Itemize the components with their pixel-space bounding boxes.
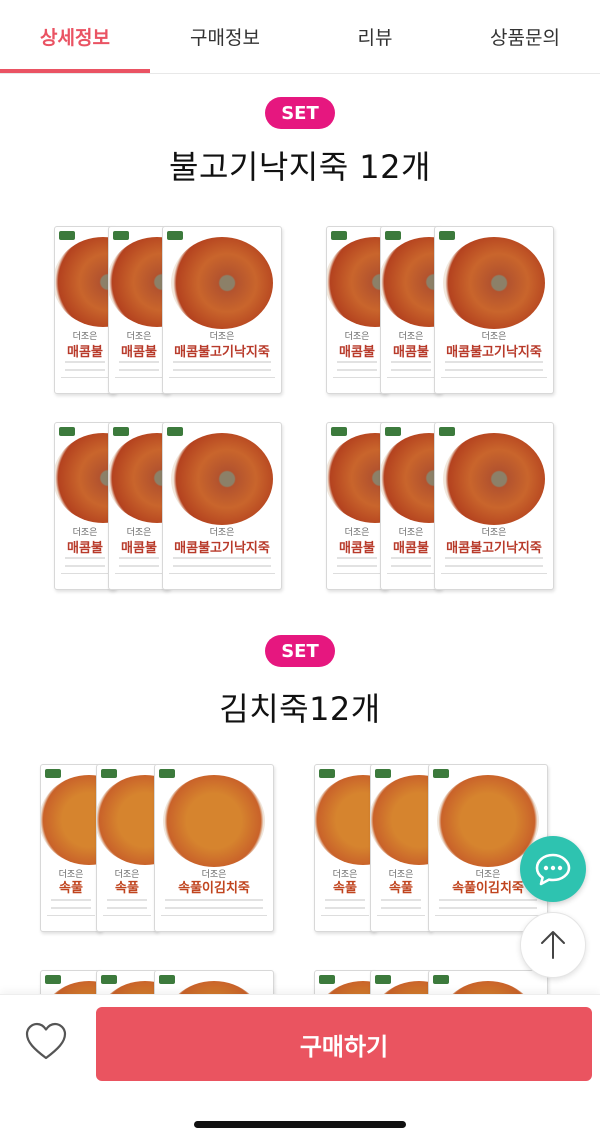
product-pack: 더조은 매콤불 (380, 226, 442, 394)
product-pack: 더조은 속풀 (96, 764, 158, 932)
pack-name: 매콤불고기낙지죽 (174, 541, 270, 556)
bottom-action-bar: 구매하기 (0, 994, 600, 1141)
product-pack: 더조은 매콤불 (326, 226, 388, 394)
set-title: 불고기낙지죽 12개 (169, 148, 431, 186)
pack-name: 속풀이김치죽 (178, 881, 250, 896)
pack-name: 매콤불 (67, 345, 103, 360)
chat-button[interactable] (520, 836, 586, 902)
product-pack: 더조은 매콤불고기낙지죽 (162, 422, 282, 590)
product-image-group: 더조은 속풀 더조은 속풀 더조은 속풀이김치죽 (40, 764, 276, 932)
arrow-up-icon (541, 931, 565, 959)
pack-name: 매콤불 (393, 345, 429, 360)
pack-name: 매콤불고기낙지죽 (174, 345, 270, 360)
pack-name: 매콤불 (339, 345, 375, 360)
pack-name: 속풀 (333, 881, 357, 896)
product-image-group: 더조은 매콤불 더조은 매콤불 더조은 매콤불고기낙지죽 (326, 226, 556, 394)
set-title: 김치죽12개 (219, 690, 381, 728)
set-badge: SET (265, 635, 335, 667)
pack-name: 매콤불 (67, 541, 103, 556)
product-pack: 더조은 매콤불고기낙지죽 (162, 226, 282, 394)
set-section-kimchi: SET 김치죽12개 더조은 속풀 더조은 속풀 더조은 속풀이김치죽 더조은 속풀 더… (0, 600, 600, 1138)
product-pack: 더조은 속풀이김치죽 (154, 764, 274, 932)
product-image-group: 더조은 매콤불 더조은 매콤불 더조은 매콤불고기낙지죽 (54, 422, 284, 590)
home-indicator (194, 1121, 406, 1128)
product-pack: 더조은 속풀 (314, 764, 376, 932)
product-pack: 더조은 매콤불 (380, 422, 442, 590)
product-image-group: 더조은 매콤불 더조은 매콤불 더조은 매콤불고기낙지죽 (326, 422, 556, 590)
scroll-top-button[interactable] (520, 912, 586, 978)
product-pack: 더조은 매콤불 (108, 226, 170, 394)
product-pack: 더조은 매콤불고기낙지죽 (434, 226, 554, 394)
product-pack: 더조은 매콤불 (108, 422, 170, 590)
pack-name: 매콤불 (393, 541, 429, 556)
product-pack: 더조은 속풀 (40, 764, 102, 932)
pack-name: 속풀 (389, 881, 413, 896)
pack-name: 매콤불 (339, 541, 375, 556)
pack-name: 매콤불고기낙지죽 (446, 541, 542, 556)
pack-name: 매콤불고기낙지죽 (446, 345, 542, 360)
pack-name: 매콤불 (121, 541, 157, 556)
set-section-bulgogi: SET 불고기낙지죽 12개 더조은 매콤불 더조은 매콤불 더조은 매콤불고기낙지죽… (0, 0, 600, 600)
product-pack: 더조은 매콤불 (54, 422, 116, 590)
product-pack: 더조은 매콤불 (326, 422, 388, 590)
chat-bubble-icon (535, 853, 571, 886)
set-badge: SET (265, 97, 335, 129)
product-image-group: 더조은 매콤불 더조은 매콤불 더조은 매콤불고기낙지죽 (54, 226, 284, 394)
buy-button-label: 구매하기 (299, 1032, 389, 1061)
product-image-group: 더조은 속풀 더조은 속풀 더조은 속풀이김치죽 (314, 764, 550, 932)
product-pack: 더조은 매콤불고기낙지죽 (434, 422, 554, 590)
buy-button[interactable]: 구매하기 (96, 1007, 592, 1081)
product-pack: 더조은 속풀 (370, 764, 432, 932)
heart-icon[interactable] (24, 1021, 68, 1061)
pack-name: 속풀 (59, 881, 83, 896)
pack-name: 매콤불 (121, 345, 157, 360)
product-pack: 더조은 매콤불 (54, 226, 116, 394)
pack-name: 속풀 (115, 881, 139, 896)
